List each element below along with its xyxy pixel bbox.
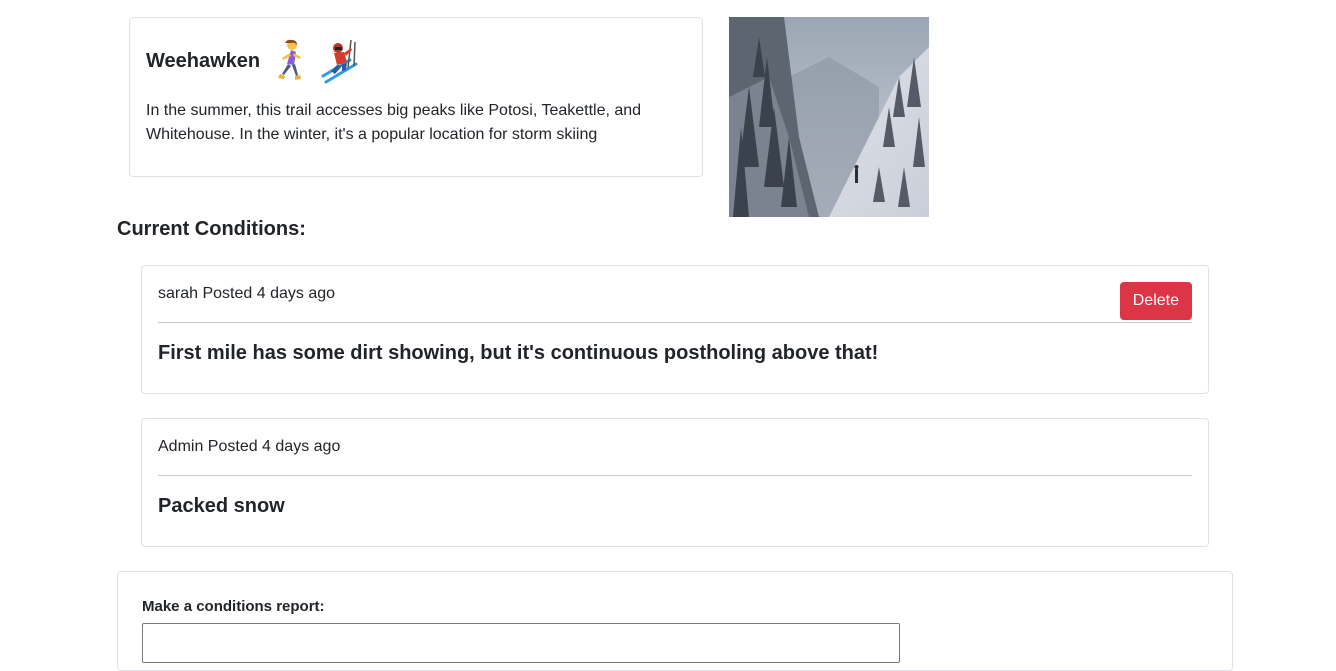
report-divider [158,475,1192,476]
woman-running-icon [270,38,310,84]
conditions-heading: Current Conditions: [117,218,306,240]
condition-report-card: sarah Posted 4 days ago Delete First mil… [141,265,1209,394]
report-input[interactable] [142,623,900,663]
report-meta: sarah Posted 4 days ago [158,285,336,302]
report-text: Packed snow [158,495,285,517]
report-meta: Admin Posted 4 days ago [158,438,341,455]
delete-report-button[interactable]: Delete [1119,282,1192,320]
conditions-report-form: Make a conditions report: [117,571,1233,671]
skier-icon [320,38,360,84]
report-divider [158,322,1192,323]
trail-photo [729,17,929,217]
trail-name: Weehawken [146,49,261,72]
report-form-label: Make a conditions report: [142,598,325,615]
condition-report-card: Admin Posted 4 days ago Packed snow [141,418,1209,547]
trail-title-row: Weehawken [146,38,360,84]
trail-info-card: Weehawken In the summer, this trail acce… [129,17,703,177]
report-text: First mile has some dirt showing, but it… [158,342,879,364]
trail-description: In the summer, this trail accesses big p… [146,102,642,143]
